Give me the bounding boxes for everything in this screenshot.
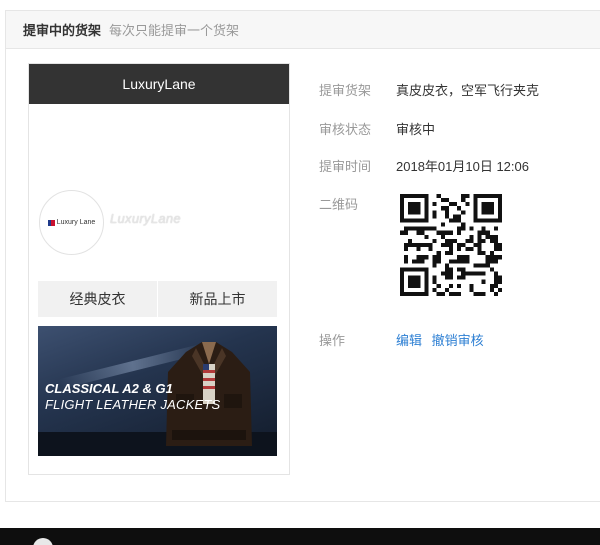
preview-header: LuxuryLane	[29, 64, 289, 104]
panel-subtitle: 每次只能提审一个货架	[109, 23, 240, 38]
qr-code-icon	[400, 194, 502, 296]
shelf-tabs: 经典皮衣 新品上市	[38, 281, 277, 317]
shelf-label: 提审货架	[319, 83, 372, 98]
status-label: 审核状态	[319, 122, 372, 137]
shelf-value: 真皮皮衣，空军飞行夹克	[396, 83, 540, 98]
cancel-review-link[interactable]: 撤销审核	[432, 333, 484, 348]
shelf-preview: LuxuryLane Luxury Lane LuxuryLane 经典皮衣 新…	[28, 63, 290, 475]
jacket-image	[166, 342, 252, 446]
banner-subtitle: FLIGHT LEATHER JACKETS	[45, 397, 221, 412]
edit-link[interactable]: 编辑	[396, 333, 422, 348]
banner-title: CLASSICAL A2 & G1	[45, 381, 173, 396]
action-label: 操作	[319, 333, 346, 348]
shop-name: LuxuryLane	[110, 211, 181, 226]
shop-header: Luxury Lane LuxuryLane	[29, 104, 289, 271]
flag-icon	[47, 219, 55, 226]
shop-logo: Luxury Lane	[39, 190, 104, 255]
time-value: 2018年01月10日 12:06	[396, 159, 529, 174]
qr-label: 二维码	[319, 197, 359, 212]
footer-bar	[0, 528, 600, 545]
action-links: 编辑 撤销审核	[396, 330, 484, 349]
status-value: 审核中	[396, 122, 436, 137]
logo-mark: Luxury Lane	[47, 219, 96, 226]
product-banner[interactable]: CLASSICAL A2 & G1 FLIGHT LEATHER JACKETS	[38, 326, 277, 456]
avatar	[33, 538, 53, 545]
time-label: 提审时间	[319, 159, 372, 174]
panel-title: 提审中的货架	[23, 23, 102, 38]
panel-header: 提审中的货架 每次只能提审一个货架	[6, 11, 600, 49]
logo-text: Luxury Lane	[56, 219, 96, 226]
tab-new-arrivals[interactable]: 新品上市	[157, 281, 277, 317]
tab-classic-leather[interactable]: 经典皮衣	[38, 281, 157, 317]
